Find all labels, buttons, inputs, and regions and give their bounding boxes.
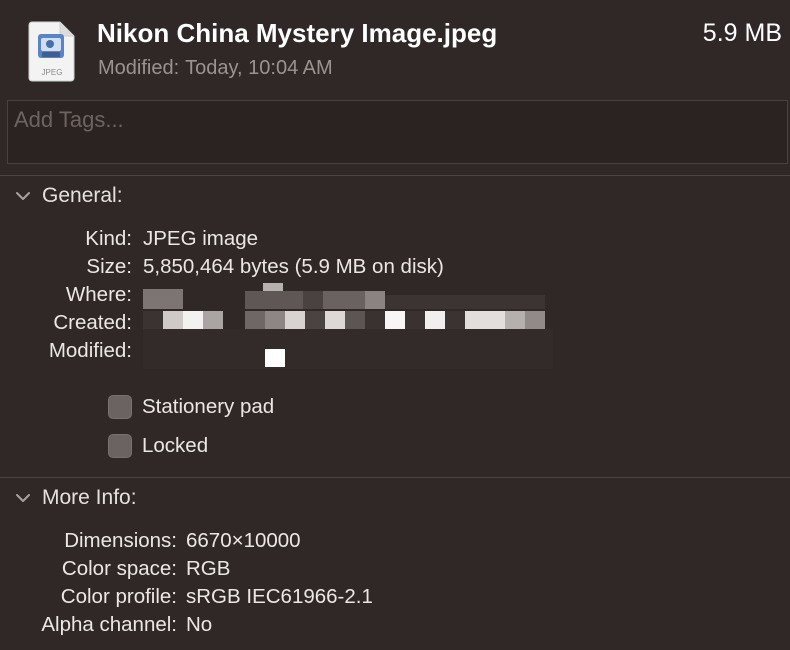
alpha-channel-value: No — [186, 613, 213, 636]
locked-checkbox-box[interactable] — [108, 434, 132, 458]
file-name: Nikon China Mystery Image.jpeg — [97, 18, 498, 48]
divider — [0, 175, 790, 176]
tags-input[interactable]: Add Tags... — [7, 100, 788, 164]
general-section-title: General: — [42, 184, 123, 207]
color-profile-value: sRGB IEC61966-2.1 — [186, 585, 373, 608]
kind-value: JPEG image — [143, 227, 259, 250]
jpeg-icon-label: JPEG — [42, 68, 63, 77]
more-info-section-toggle[interactable]: More Info: — [14, 483, 137, 513]
modified-label: Modified: — [98, 57, 180, 79]
stationery-pad-label: Stationery pad — [142, 395, 275, 418]
locked-checkbox[interactable]: Locked — [108, 433, 208, 459]
locked-label: Locked — [142, 434, 209, 457]
size-value: 5,850,464 bytes (5.9 MB on disk) — [143, 255, 444, 278]
dimensions-value: 6670×10000 — [186, 529, 301, 552]
chevron-down-icon — [16, 192, 30, 200]
info-header: JPEG Nikon China Mystery Image.jpeg 5.9 … — [0, 0, 790, 98]
modified-value: Today, 10:04 AM — [185, 57, 333, 79]
dimensions-label: Dimensions: — [64, 529, 177, 552]
kind-label: Kind: — [85, 227, 132, 250]
stationery-pad-checkbox[interactable]: Stationery pad — [108, 394, 274, 420]
created-label: Created: — [53, 311, 132, 334]
alpha-channel-label: Alpha channel: — [41, 613, 177, 636]
jpeg-file-icon: JPEG — [28, 20, 76, 82]
general-section-toggle[interactable]: General: — [14, 181, 123, 211]
get-info-window: JPEG Nikon China Mystery Image.jpeg 5.9 … — [0, 0, 790, 650]
color-space-label: Color space: — [61, 557, 177, 580]
stationery-checkbox-box[interactable] — [108, 395, 132, 419]
tags-placeholder: Add Tags... — [14, 107, 124, 132]
modified-line: Modified: Today, 10:04 AM — [98, 57, 333, 80]
color-profile-label: Color profile: — [60, 585, 177, 608]
file-size: 5.9 MB — [702, 19, 782, 47]
where-label: Where: — [65, 283, 132, 306]
chevron-down-icon — [16, 494, 30, 502]
modified-label-row: Modified: — [48, 339, 132, 362]
size-label: Size: — [86, 255, 132, 278]
more-info-section-title: More Info: — [42, 486, 137, 509]
divider — [0, 477, 790, 478]
color-space-value: RGB — [186, 557, 231, 580]
